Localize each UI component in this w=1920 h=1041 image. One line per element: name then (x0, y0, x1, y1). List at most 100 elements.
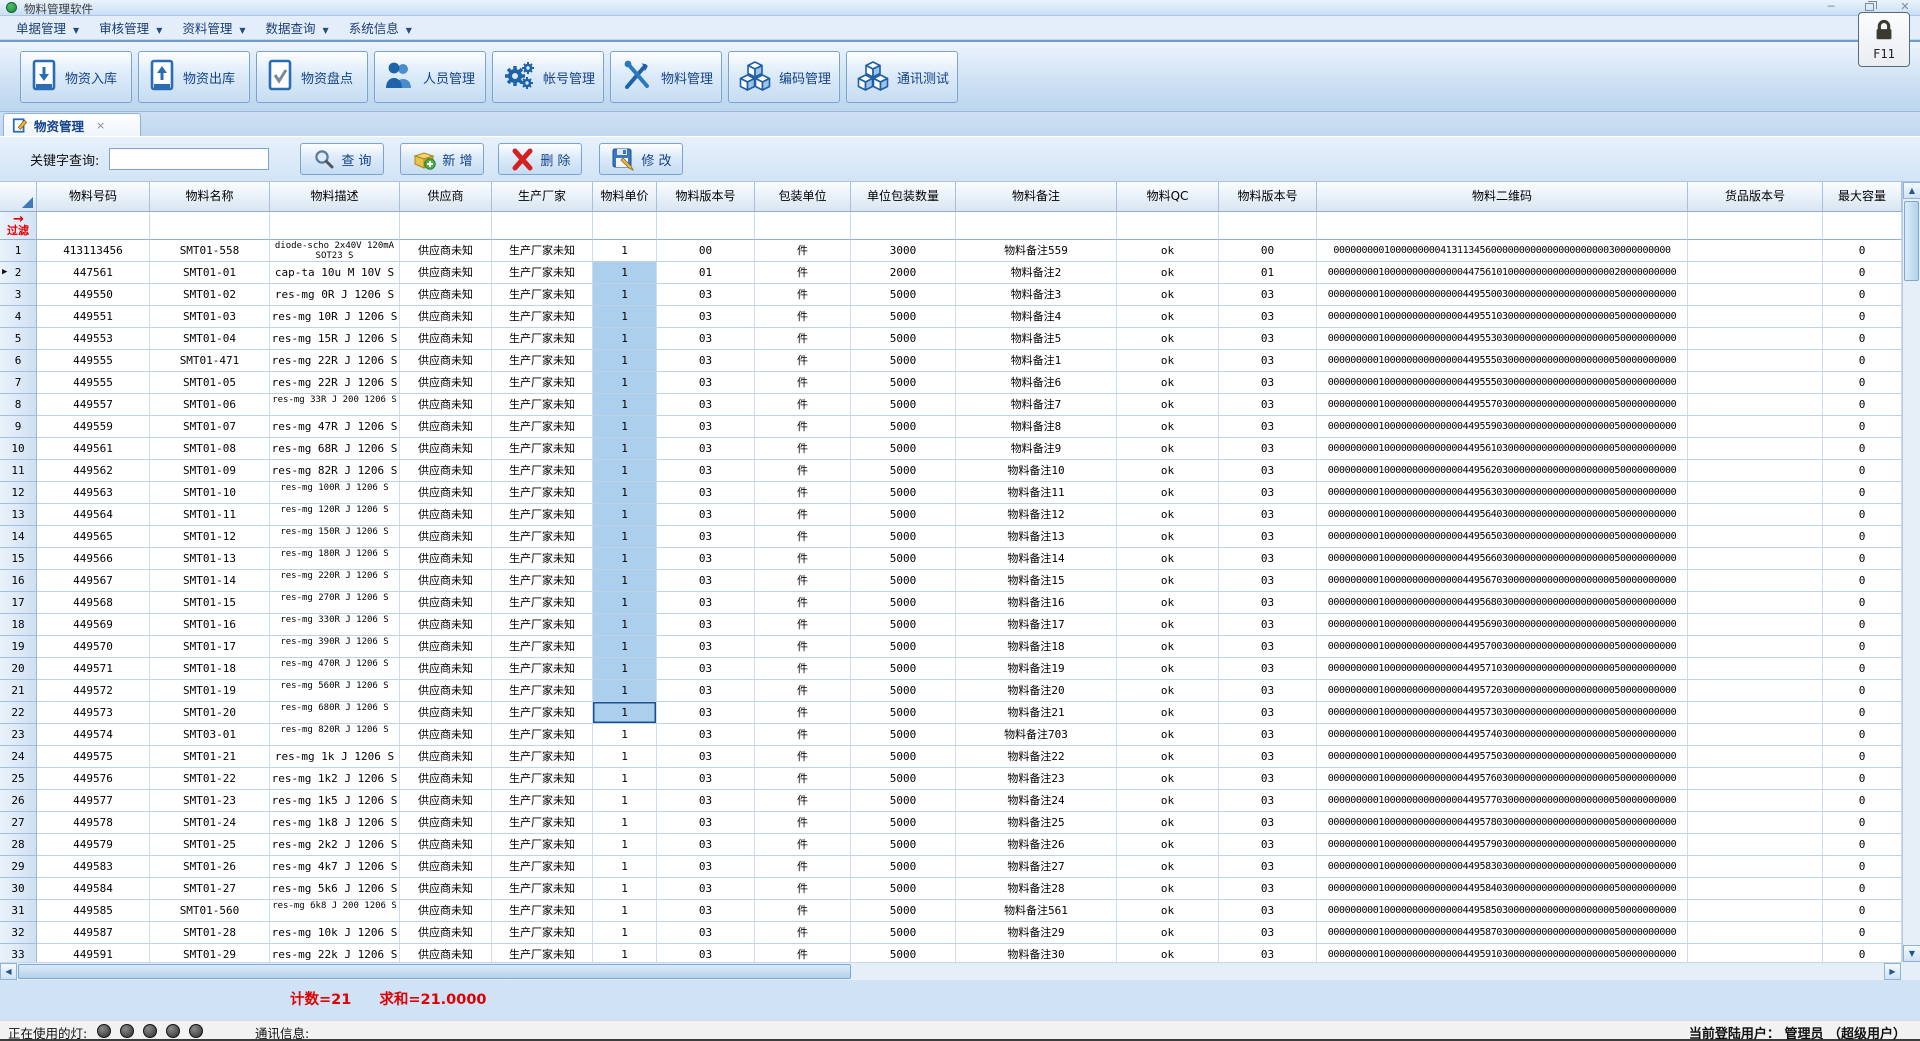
cell-物料描述[interactable]: res-mg 270R J 1206 S (270, 592, 400, 614)
cell-物料二维码[interactable]: 0000000001000000000000004495640300000000… (1317, 504, 1688, 526)
cell-物料描述[interactable]: res-mg 22k J 1206 S (270, 944, 400, 962)
column-header-4[interactable]: 供应商 (400, 182, 492, 212)
cell-物料版本号[interactable]: 03 (657, 592, 755, 614)
cell-供应商[interactable]: 供应商未知 (400, 746, 492, 768)
cell-物料单价[interactable]: 1 (593, 834, 657, 856)
cell-货品版本号[interactable] (1688, 284, 1823, 306)
cell-物料号码[interactable]: 449569 (37, 614, 150, 636)
cell-物料QC[interactable]: ok (1117, 240, 1219, 262)
cell-生产厂家[interactable]: 生产厂家未知 (492, 438, 593, 460)
cell-货品版本号[interactable] (1688, 680, 1823, 702)
cell-最大容量[interactable]: 0 (1823, 900, 1902, 922)
cell-物料单价[interactable]: 1 (593, 746, 657, 768)
cell-单位包装数量[interactable]: 5000 (851, 856, 956, 878)
cell-物料QC[interactable]: ok (1117, 834, 1219, 856)
cell-供应商[interactable]: 供应商未知 (400, 526, 492, 548)
cell-单位包装数量[interactable]: 5000 (851, 724, 956, 746)
cell-物料二维码[interactable]: 0000000001000000000000004495620300000000… (1317, 460, 1688, 482)
row-number-cell[interactable]: 27 (0, 812, 37, 834)
cell-物料号码[interactable]: 449565 (37, 526, 150, 548)
cell-物料单价[interactable]: 1 (593, 856, 657, 878)
row-number-cell[interactable]: 7 (0, 372, 37, 394)
cell-物料二维码[interactable]: 0000000001000000000000004495530300000000… (1317, 328, 1688, 350)
cell-物料版本号[interactable]: 03 (657, 372, 755, 394)
filter-cell-7[interactable] (657, 212, 755, 240)
row-number-cell[interactable]: ▶2 (0, 262, 37, 284)
cell-生产厂家[interactable]: 生产厂家未知 (492, 768, 593, 790)
cell-物料单价[interactable]: 1 (593, 680, 657, 702)
cell-包装单位[interactable]: 件 (755, 548, 851, 570)
row-number-cell[interactable]: 8 (0, 394, 37, 416)
cell-物料描述[interactable]: res-mg 120R J 1206 S (270, 504, 400, 526)
cell-包装单位[interactable]: 件 (755, 680, 851, 702)
cell-单位包装数量[interactable]: 5000 (851, 416, 956, 438)
cell-物料版本号[interactable]: 01 (1219, 262, 1317, 284)
filter-cell-9[interactable] (851, 212, 956, 240)
cell-最大容量[interactable]: 0 (1823, 878, 1902, 900)
cell-最大容量[interactable]: 0 (1823, 812, 1902, 834)
cell-生产厂家[interactable]: 生产厂家未知 (492, 262, 593, 284)
cell-物料号码[interactable]: 449555 (37, 350, 150, 372)
cell-物料二维码[interactable]: 0000000001000000000000004495730300000000… (1317, 702, 1688, 724)
cell-物料备注[interactable]: 物料备注18 (956, 636, 1117, 658)
cell-物料名称[interactable]: SMT01-27 (150, 878, 270, 900)
cell-最大容量[interactable]: 0 (1823, 724, 1902, 746)
cell-包装单位[interactable]: 件 (755, 504, 851, 526)
cell-物料QC[interactable]: ok (1117, 394, 1219, 416)
cell-物料描述[interactable]: res-mg 22R J 1206 S (270, 350, 400, 372)
cell-物料备注[interactable]: 物料备注21 (956, 702, 1117, 724)
column-header-10[interactable]: 物料备注 (956, 182, 1117, 212)
cell-最大容量[interactable]: 0 (1823, 614, 1902, 636)
cell-货品版本号[interactable] (1688, 548, 1823, 570)
cell-物料版本号[interactable]: 03 (657, 680, 755, 702)
row-number-cell[interactable]: 16 (0, 570, 37, 592)
cell-物料QC[interactable]: ok (1117, 944, 1219, 962)
cell-供应商[interactable]: 供应商未知 (400, 768, 492, 790)
row-number-cell[interactable]: 15 (0, 548, 37, 570)
cell-包装单位[interactable]: 件 (755, 592, 851, 614)
cell-单位包装数量[interactable]: 3000 (851, 240, 956, 262)
toolbar-button-8[interactable]: 通讯测试 (846, 51, 958, 103)
column-header-1[interactable]: 物料号码 (37, 182, 150, 212)
cell-物料二维码[interactable]: 0000000001000000000000004495740300000000… (1317, 724, 1688, 746)
cell-物料名称[interactable]: SMT01-08 (150, 438, 270, 460)
cell-物料号码[interactable]: 449567 (37, 570, 150, 592)
cell-物料名称[interactable]: SMT01-14 (150, 570, 270, 592)
scroll-left-arrow-icon[interactable]: ◀ (0, 963, 17, 980)
cell-物料QC[interactable]: ok (1117, 306, 1219, 328)
column-header-15[interactable]: 最大容量 (1823, 182, 1902, 212)
cell-包装单位[interactable]: 件 (755, 526, 851, 548)
cell-供应商[interactable]: 供应商未知 (400, 878, 492, 900)
cell-物料描述[interactable]: res-mg 220R J 1206 S (270, 570, 400, 592)
filter-row-label-cell[interactable]: →过滤 (0, 212, 37, 240)
row-number-cell[interactable]: 3 (0, 284, 37, 306)
cell-物料单价[interactable]: 1 (593, 812, 657, 834)
scroll-up-arrow-icon[interactable]: ▲ (1903, 182, 1920, 199)
cell-物料名称[interactable]: SMT01-03 (150, 306, 270, 328)
cell-物料备注[interactable]: 物料备注19 (956, 658, 1117, 680)
cell-物料QC[interactable]: ok (1117, 570, 1219, 592)
cell-物料二维码[interactable]: 0000000001000000000000004495680300000000… (1317, 592, 1688, 614)
cell-物料名称[interactable]: SMT01-10 (150, 482, 270, 504)
cell-物料二维码[interactable]: 0000000001000000000000004495550300000000… (1317, 372, 1688, 394)
cell-最大容量[interactable]: 0 (1823, 416, 1902, 438)
cell-最大容量[interactable]: 0 (1823, 856, 1902, 878)
query-button-4[interactable]: 修 改 (599, 143, 683, 175)
cell-包装单位[interactable]: 件 (755, 570, 851, 592)
column-header-2[interactable]: 物料名称 (150, 182, 270, 212)
cell-物料名称[interactable]: SMT01-471 (150, 350, 270, 372)
cell-物料版本号[interactable]: 03 (1219, 702, 1317, 724)
cell-包装单位[interactable]: 件 (755, 438, 851, 460)
cell-物料二维码[interactable]: 0000000001000000000000004495780300000000… (1317, 812, 1688, 834)
cell-物料备注[interactable]: 物料备注9 (956, 438, 1117, 460)
cell-最大容量[interactable]: 0 (1823, 746, 1902, 768)
cell-物料名称[interactable]: SMT03-01 (150, 724, 270, 746)
cell-物料描述[interactable]: res-mg 390R J 1206 S (270, 636, 400, 658)
filter-cell-5[interactable] (492, 212, 593, 240)
cell-物料版本号[interactable]: 03 (1219, 680, 1317, 702)
cell-物料备注[interactable]: 物料备注28 (956, 878, 1117, 900)
cell-物料名称[interactable]: SMT01-06 (150, 394, 270, 416)
cell-物料描述[interactable]: res-mg 330R J 1206 S (270, 614, 400, 636)
cell-物料二维码[interactable]: 0000000001000000000000004495690300000000… (1317, 614, 1688, 636)
cell-货品版本号[interactable] (1688, 922, 1823, 944)
